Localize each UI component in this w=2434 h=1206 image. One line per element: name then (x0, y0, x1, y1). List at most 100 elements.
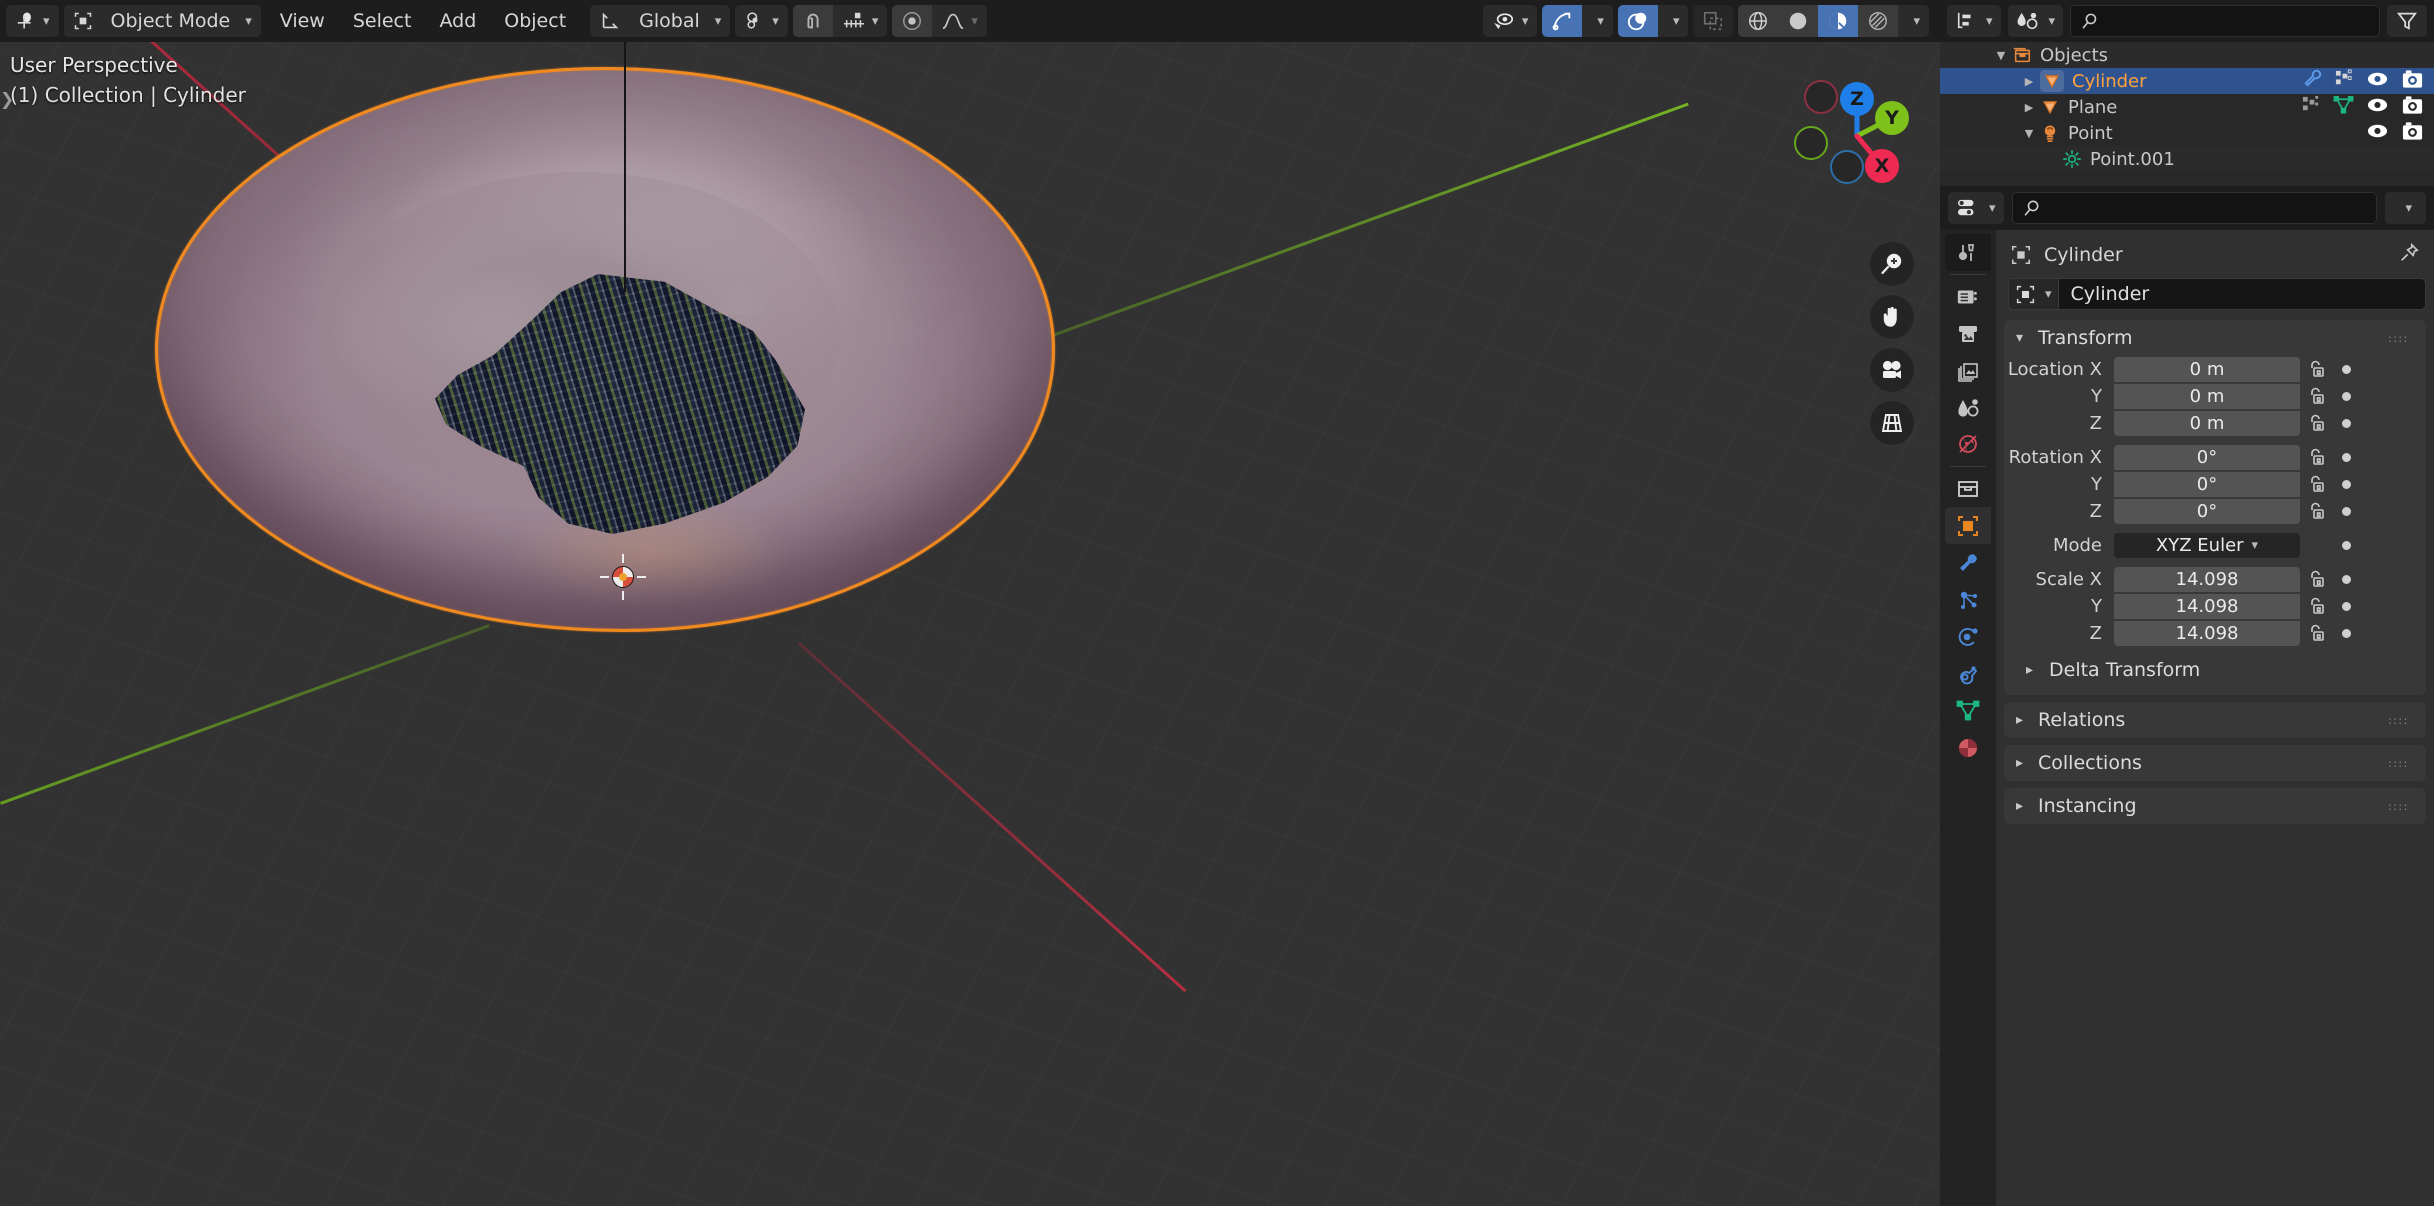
location-x-input[interactable]: 0 m (2114, 356, 2300, 382)
animate-dot-icon[interactable] (2334, 506, 2358, 516)
interaction-mode-selector[interactable]: Object Mode ▾ (63, 5, 261, 37)
outliner-row-point[interactable]: ▼ Point (1940, 120, 2434, 146)
disclosure-triangle-open-icon[interactable]: ▼ (2018, 127, 2040, 140)
unlocked-icon[interactable] (2300, 623, 2334, 643)
filter-id-type-icon[interactable]: ▾ (2007, 5, 2064, 37)
scale-z-input[interactable]: 14.098 (2114, 620, 2300, 646)
outliner-tree[interactable]: ▼ Objects ▶ Cylinder ▶ Plane ▼ Point Poi… (1940, 42, 2434, 186)
disclosure-triangle-closed-icon[interactable]: ▶ (2018, 75, 2040, 88)
properties-options-chevron-down-icon[interactable]: ▾ (2385, 192, 2426, 224)
move-hand-icon[interactable] (1870, 295, 1914, 339)
modifiers-tab[interactable] (1945, 544, 1991, 581)
menu-object[interactable]: Object (490, 5, 580, 37)
show-gizmo-icon[interactable] (1542, 5, 1583, 37)
shading-material-preview-icon[interactable] (1818, 5, 1859, 37)
shading-rendered-icon[interactable] (1858, 5, 1899, 37)
proportional-falloff-smooth-icon[interactable]: ▾ (932, 5, 987, 37)
disclosure-triangle-closed-icon[interactable]: ▸ (2016, 755, 2030, 771)
mesh-data-icon[interactable] (2335, 69, 2354, 93)
outliner-row-cylinder[interactable]: ▶ Cylinder (1940, 68, 2434, 94)
unlocked-icon[interactable] (2300, 596, 2334, 616)
view-layer-tab[interactable] (1945, 352, 1991, 389)
toggle-ortho-persp-icon[interactable] (1870, 401, 1914, 445)
panel-grip-icon[interactable]: :::: (2388, 758, 2414, 769)
menu-add[interactable]: Add (425, 5, 490, 37)
camera-icon[interactable] (2401, 95, 2424, 120)
instancing-panel-header[interactable]: ▸ Instancing :::: (2004, 788, 2426, 824)
disclosure-triangle-open-icon[interactable]: ▼ (1990, 49, 2012, 62)
location-z-input[interactable]: 0 m (2114, 410, 2300, 436)
collections-panel-header[interactable]: ▸ Collections :::: (2004, 745, 2426, 781)
physics-tab[interactable] (1945, 618, 1991, 655)
disclosure-triangle-closed-icon[interactable]: ▶ (2018, 101, 2040, 114)
menu-select[interactable]: Select (339, 5, 426, 37)
chevron-down-icon[interactable]: ▾ (708, 5, 731, 37)
animate-dot-icon[interactable] (2334, 364, 2358, 374)
snap-magnet-icon[interactable] (792, 5, 833, 37)
snapping-group[interactable]: ▾ (792, 5, 888, 37)
proportional-edit-icon[interactable] (892, 5, 933, 37)
disclosure-triangle-closed-icon[interactable]: ▸ (2016, 712, 2030, 728)
shading-wireframe-icon[interactable] (1738, 5, 1779, 37)
gizmo-axis-neg-x[interactable] (1804, 80, 1838, 114)
show-overlays-icon[interactable] (1617, 5, 1658, 37)
object-name-field[interactable]: Cylinder (2057, 278, 2426, 310)
animate-dot-icon[interactable] (2334, 418, 2358, 428)
transform-orientation-selector[interactable]: Global ▾ (590, 5, 731, 37)
world-tab[interactable] (1945, 426, 1991, 463)
rotation-x-input[interactable]: 0° (2114, 444, 2300, 470)
gizmo-axis-z[interactable]: Z (1840, 82, 1874, 116)
object-types-visibility-selector[interactable]: ▾ (1482, 5, 1538, 37)
outliner-search[interactable] (2070, 5, 2380, 37)
editor-type-3dview-icon[interactable]: ▾ (6, 5, 59, 37)
unlocked-icon[interactable] (2300, 386, 2334, 406)
panel-grip-icon[interactable]: :::: (2388, 801, 2414, 812)
camera-view-icon[interactable] (1870, 348, 1914, 392)
transform-orientation-value[interactable]: Global (630, 5, 709, 37)
toggle-xray-icon[interactable] (1693, 5, 1734, 37)
zoom-icon[interactable] (1870, 242, 1914, 286)
disclosure-triangle-open-icon[interactable]: ▾ (2016, 330, 2030, 346)
animate-dot-icon[interactable] (2334, 479, 2358, 489)
object-types-visibility-icon[interactable]: ▾ (1482, 5, 1538, 37)
chevron-down-icon[interactable]: ▾ (1898, 5, 1929, 37)
disclosure-triangle-closed-icon[interactable]: ▸ (2016, 798, 2030, 814)
outliner-row-objects[interactable]: ▼ Objects (1940, 42, 2434, 68)
animate-dot-icon[interactable] (2334, 601, 2358, 611)
animate-dot-icon[interactable] (2334, 540, 2358, 550)
properties-editor-icon[interactable]: ▾ (1948, 192, 2004, 224)
rotation-z-input[interactable]: 0° (2114, 498, 2300, 524)
chevron-down-icon[interactable]: ▾ (1582, 5, 1613, 37)
object-id-type-selector[interactable]: ▾ (2008, 278, 2058, 310)
camera-icon[interactable] (2401, 69, 2424, 94)
scale-x-input[interactable]: 14.098 (2114, 566, 2300, 592)
pivot-point-icon[interactable]: ▾ (735, 5, 788, 37)
animate-dot-icon[interactable] (2334, 574, 2358, 584)
eye-icon[interactable] (2366, 69, 2389, 94)
animate-dot-icon[interactable] (2334, 452, 2358, 462)
unlocked-icon[interactable] (2300, 413, 2334, 433)
outliner-row-plane[interactable]: ▶ Plane (1940, 94, 2434, 120)
animate-dot-icon[interactable] (2334, 628, 2358, 638)
pin-icon[interactable] (2398, 242, 2420, 269)
rotation-mode-dropdown[interactable]: XYZ Euler ▾ (2114, 532, 2300, 558)
properties-search-input[interactable] (2049, 198, 2367, 218)
modifier-wrench-icon[interactable] (2302, 68, 2323, 94)
menu-view[interactable]: View (266, 5, 339, 37)
outliner-display-mode-icon[interactable]: ▾ (1947, 5, 2001, 37)
chevron-down-icon[interactable]: ▾ (239, 5, 261, 37)
mesh-triangle-icon[interactable] (2333, 95, 2354, 120)
pivot-point-selector[interactable]: ▾ (735, 5, 788, 37)
unlocked-icon[interactable] (2300, 359, 2334, 379)
show-gizmo-group[interactable]: ▾ (1542, 5, 1613, 37)
snap-increment-icon[interactable]: ▾ (832, 5, 888, 37)
gizmo-axis-y[interactable]: Y (1875, 101, 1909, 135)
gizmo-axis-neg-z[interactable] (1830, 150, 1864, 184)
panel-grip-icon[interactable]: :::: (2388, 333, 2414, 344)
3d-cursor-icon[interactable] (600, 554, 646, 600)
funnel-filter-icon[interactable] (2387, 5, 2427, 37)
particles-tab[interactable] (1945, 581, 1991, 618)
toggle-xray-button[interactable] (1693, 5, 1734, 37)
tool-tab[interactable] (1945, 234, 1991, 271)
unlocked-icon[interactable] (2300, 474, 2334, 494)
